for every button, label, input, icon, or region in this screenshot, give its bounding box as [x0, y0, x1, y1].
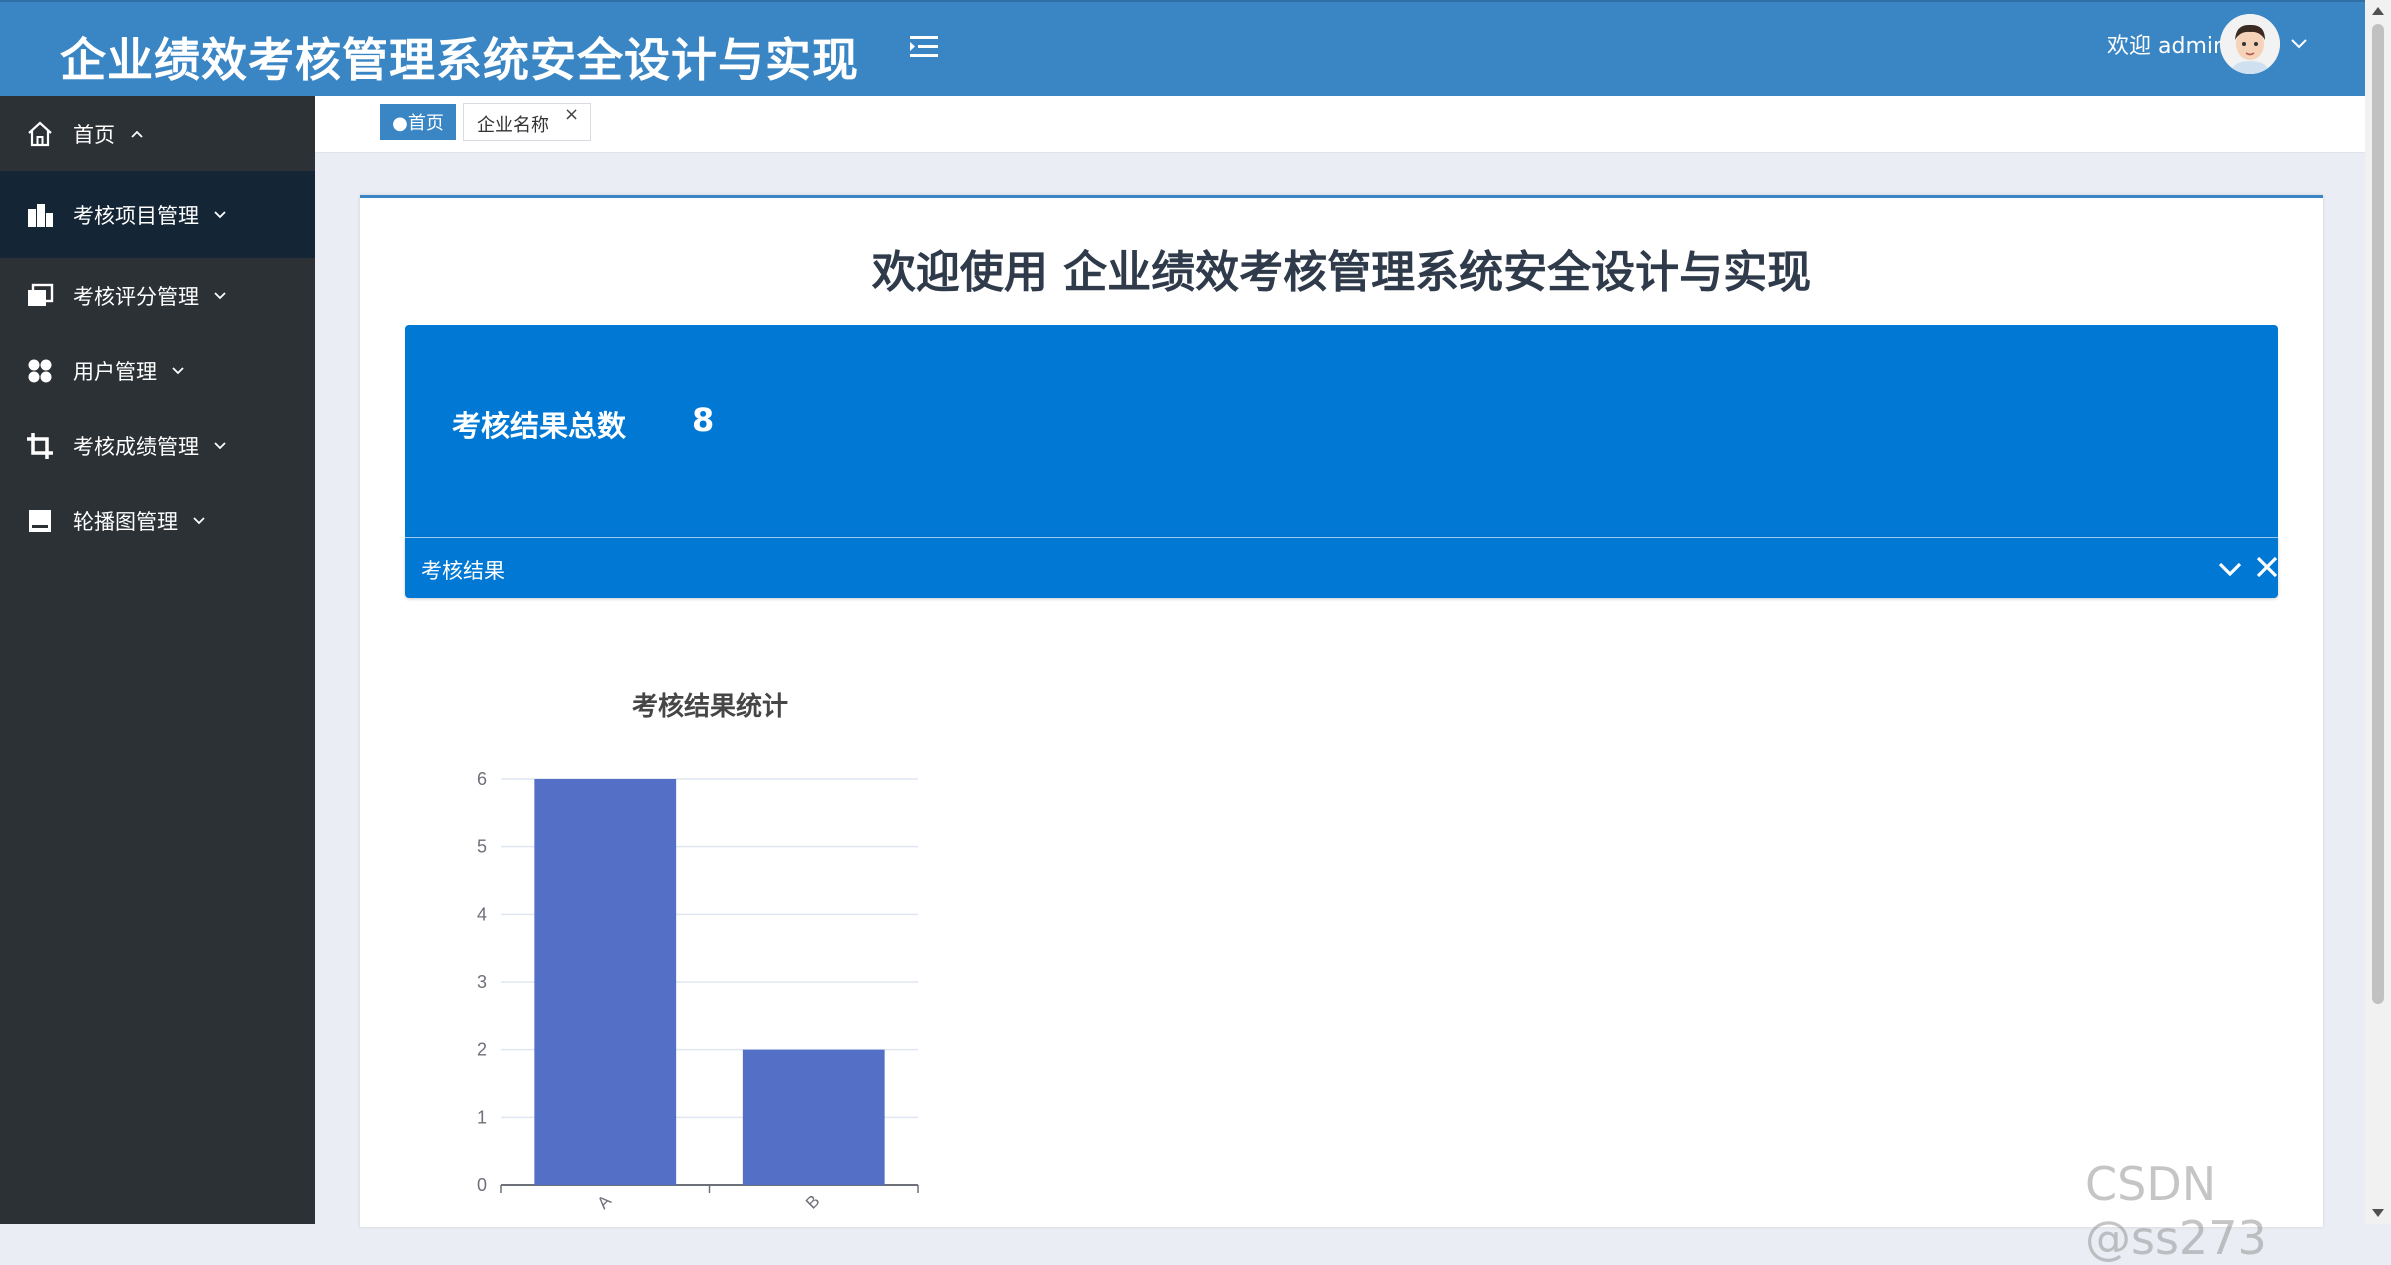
chevron-down-icon [214, 441, 226, 449]
scrollbar[interactable] [2365, 0, 2391, 1224]
avatar-icon [2220, 14, 2280, 74]
sidebar-item-score-management[interactable]: 考核评分管理 [0, 258, 315, 333]
menu-toggle-icon[interactable] [910, 32, 942, 62]
tab-label: 企业名称 [477, 115, 549, 136]
building-icon [28, 203, 53, 227]
sidebar-item-label: 考核评分管理 [73, 284, 199, 309]
chevron-down-icon [214, 291, 226, 299]
chevron-down-icon [172, 366, 184, 374]
sidebar-item-grade-management[interactable]: 考核成绩管理 [0, 408, 315, 483]
top-header: 企业绩效考核管理系统安全设计与实现 欢迎 admin [0, 0, 2365, 96]
crop-icon [27, 432, 53, 459]
scroll-up-arrow-icon[interactable] [2371, 6, 2385, 16]
y-tick-label: 3 [477, 972, 487, 992]
tab-company-name[interactable]: 企业名称 × [463, 103, 591, 141]
chevron-up-icon [131, 130, 143, 138]
grid-dots-icon [28, 359, 52, 382]
chevron-down-icon[interactable] [2290, 38, 2308, 50]
sidebar-item-label: 首页 [73, 122, 115, 147]
sidebar-item-label: 轮播图管理 [73, 509, 178, 534]
chevron-down-icon[interactable] [2217, 560, 2243, 578]
stat-label: 考核结果总数 [452, 409, 627, 443]
scroll-down-arrow-icon[interactable] [2371, 1208, 2385, 1218]
x-tick-label: B [802, 1191, 823, 1212]
sidebar-item-home[interactable]: 首页 [0, 96, 315, 171]
tab-home[interactable]: ●首页 [380, 104, 456, 140]
panel-title: 考核结果 [421, 559, 505, 583]
y-tick-label: 6 [477, 769, 487, 789]
close-icon[interactable] [2255, 555, 2279, 579]
scroll-thumb[interactable] [2372, 24, 2384, 1004]
stat-value: 8 [692, 401, 715, 439]
sidebar-item-label: 考核成绩管理 [73, 434, 199, 459]
sidebar: 首页 考核项目管理 考核评分管理 用户管理 考核成绩管理 轮播图管理 [0, 96, 315, 1224]
watermark: CSDN @ss273 [2085, 1157, 2267, 1265]
bar [742, 1049, 885, 1185]
page-title: 欢迎使用 企业绩效考核管理系统安全设计与实现 [871, 247, 1812, 298]
chevron-down-icon [214, 210, 226, 218]
y-tick-label: 4 [477, 904, 487, 924]
tabs-bar: ●首页 企业名称 × [315, 96, 2365, 153]
x-tick-label: A [593, 1191, 615, 1213]
y-tick-label: 5 [477, 837, 487, 857]
sidebar-item-label: 考核项目管理 [73, 203, 199, 228]
cards-icon [28, 283, 54, 306]
chevron-down-icon [193, 516, 205, 524]
app-title: 企业绩效考核管理系统安全设计与实现 [60, 33, 859, 87]
home-icon [28, 121, 52, 146]
y-tick-label: 0 [477, 1175, 487, 1195]
user-avatar[interactable] [2220, 14, 2280, 74]
sidebar-item-user-management[interactable]: 用户管理 [0, 333, 315, 408]
chart-title: 考核结果统计 [632, 691, 788, 722]
sidebar-item-label: 用户管理 [73, 359, 157, 384]
chart-svg: 考核结果统计 0 1 2 3 4 5 6 A B [477, 691, 919, 1213]
sidebar-item-carousel-management[interactable]: 轮播图管理 [0, 483, 315, 558]
y-tick-label: 1 [477, 1107, 487, 1127]
bar-chart: 考核结果统计 0 1 2 3 4 5 6 A B [420, 680, 960, 1224]
stat-box: 考核结果总数 8 [405, 325, 2278, 537]
y-tick-label: 2 [477, 1040, 487, 1060]
welcome-text: 欢迎 admin [2107, 34, 2227, 59]
bar [534, 779, 677, 1185]
image-icon [29, 509, 51, 532]
sidebar-item-assessment-projects[interactable]: 考核项目管理 [0, 171, 315, 258]
close-icon[interactable]: × [564, 104, 579, 125]
panel-header: 考核结果 [405, 537, 2278, 598]
